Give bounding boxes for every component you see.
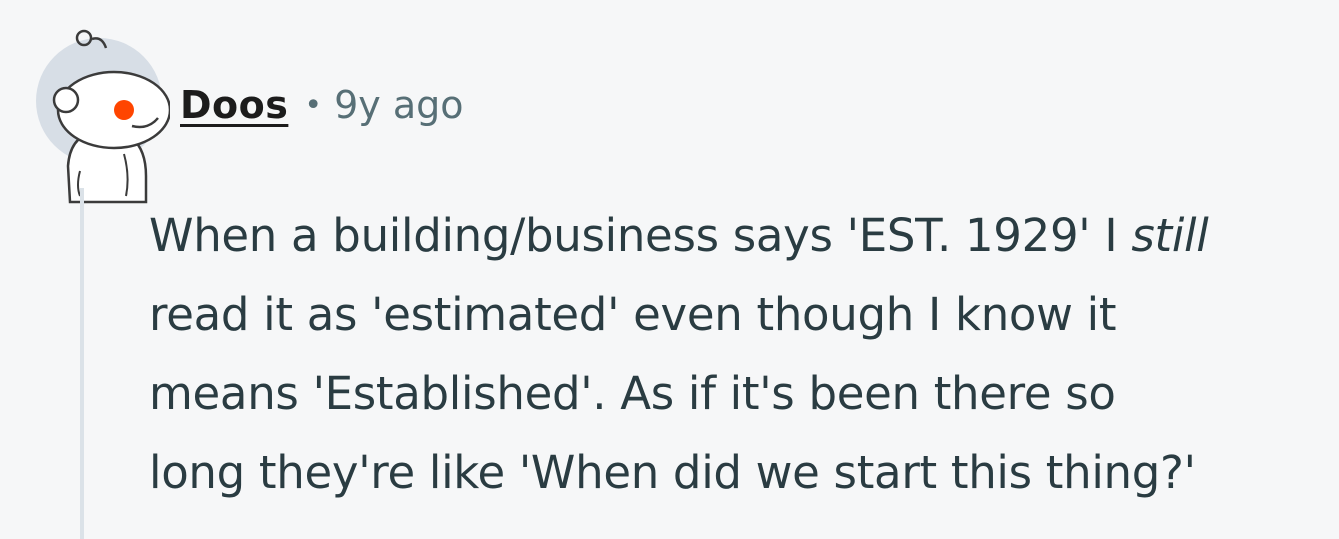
- thread-line[interactable]: [80, 188, 84, 539]
- emphasis-text: still: [1131, 209, 1209, 262]
- body-line: When a building/business says 'EST. 1929…: [149, 209, 1209, 262]
- username-link[interactable]: Doos: [164, 83, 288, 127]
- snoo-avatar-icon: [52, 29, 170, 204]
- comment-header: Doos • 9y ago: [164, 80, 463, 130]
- comment: Doos • 9y ago When a building/business s…: [0, 0, 1339, 539]
- meta-separator: •: [304, 87, 323, 123]
- body-line: means 'Established'. As if it's been the…: [149, 367, 1116, 420]
- body-line: long they're like 'When did we start thi…: [149, 446, 1196, 499]
- comment-body: When a building/business says 'EST. 1929…: [149, 196, 1329, 512]
- comment-text: When a building/business says 'EST. 1929…: [149, 196, 1329, 512]
- comment-timestamp[interactable]: 9y ago: [334, 83, 463, 127]
- user-avatar[interactable]: [36, 29, 170, 204]
- body-line: read it as 'estimated' even though I kno…: [149, 288, 1117, 341]
